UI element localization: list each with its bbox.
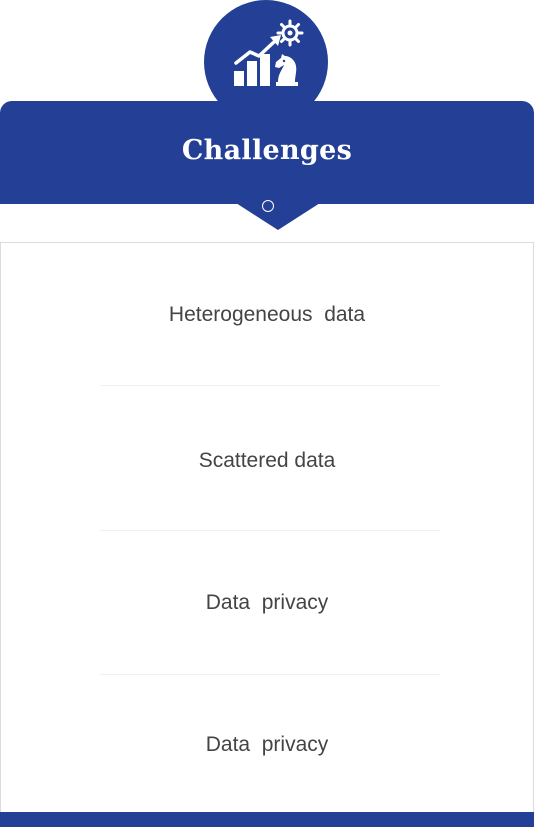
- divider: [100, 674, 440, 675]
- list-item: Data privacy: [205, 591, 329, 614]
- header-icon-badge: [204, 0, 328, 124]
- header-pointer: [236, 203, 320, 230]
- pointer-ring-icon: [262, 200, 274, 212]
- divider: [100, 385, 440, 386]
- bottom-bar: [0, 812, 534, 827]
- divider: [100, 530, 440, 531]
- list-item: Scattered data: [198, 449, 336, 472]
- challenges-panel: [0, 242, 534, 813]
- list-item: Heterogeneous data: [168, 303, 366, 326]
- list-item: Data privacy: [205, 733, 329, 756]
- growth-chart-chess-knight-icon: [234, 19, 304, 86]
- page-title: Challenges: [181, 135, 353, 166]
